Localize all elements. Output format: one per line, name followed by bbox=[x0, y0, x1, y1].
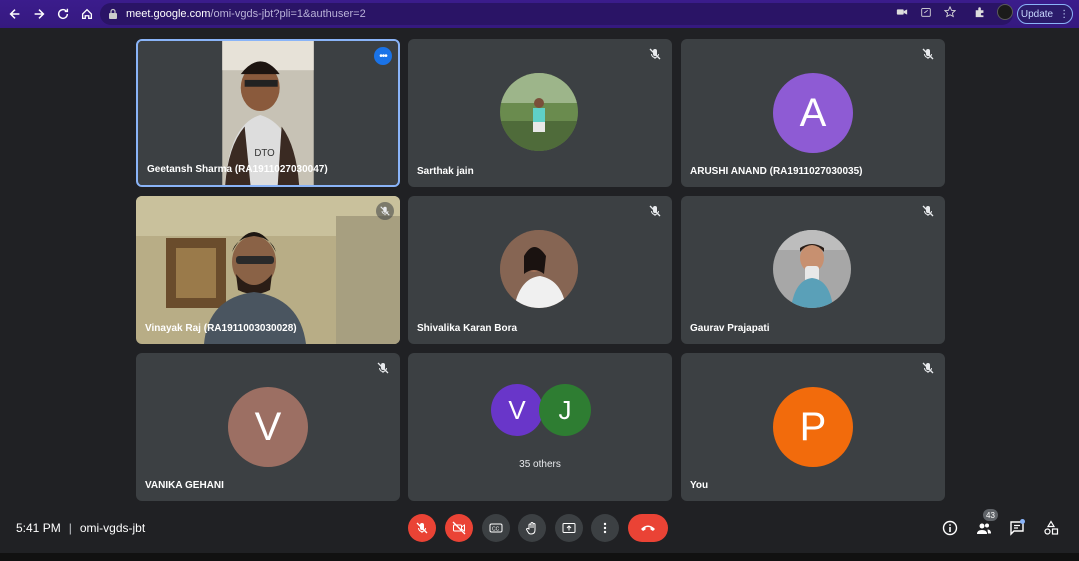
url-path: /omi-vgds-jbt?pli=1&authuser=2 bbox=[210, 8, 366, 20]
mic-toggle-button[interactable] bbox=[408, 514, 436, 542]
participant-avatar bbox=[773, 230, 851, 308]
share-icon[interactable] bbox=[919, 5, 933, 19]
participant-name: Vinayak Raj (RA1911003030028) bbox=[145, 323, 297, 334]
meeting-controls-bar: 5:41 PM | omi-vgds-jbt CC 43 bbox=[0, 505, 1079, 553]
participants-count-badge: 43 bbox=[983, 509, 998, 521]
participant-name: Sarthak jain bbox=[417, 166, 474, 177]
participant-name: Geetansh Sharma (RA1911027030047) bbox=[147, 164, 328, 175]
participant-tile-self[interactable]: P You bbox=[681, 353, 945, 501]
mic-off-icon bbox=[649, 205, 661, 217]
reload-icon[interactable] bbox=[52, 3, 74, 25]
screen-edge bbox=[0, 553, 1079, 561]
update-label: Update bbox=[1020, 8, 1054, 20]
participant-name: ARUSHI ANAND (RA1911027030035) bbox=[690, 166, 863, 177]
activities-icon bbox=[1044, 520, 1059, 535]
hand-icon bbox=[526, 522, 536, 535]
mic-off-icon bbox=[376, 202, 394, 220]
mic-off-icon bbox=[922, 205, 934, 217]
captions-icon: CC bbox=[489, 523, 503, 533]
mic-off-icon bbox=[649, 48, 661, 60]
meeting-details: 5:41 PM | omi-vgds-jbt bbox=[16, 521, 145, 535]
url-host: meet.google.com bbox=[126, 8, 211, 20]
svg-text:CC: CC bbox=[492, 527, 500, 533]
participant-tile[interactable]: Shivalika Karan Bora bbox=[408, 196, 672, 344]
lock-icon bbox=[109, 8, 117, 19]
divider: | bbox=[68, 521, 72, 535]
participant-tile[interactable]: Sarthak jain bbox=[408, 39, 672, 187]
participant-tile[interactable]: Gaurav Prajapati bbox=[681, 196, 945, 344]
raise-hand-button[interactable] bbox=[518, 514, 546, 542]
more-options-button[interactable] bbox=[591, 514, 619, 542]
activities-button[interactable] bbox=[1041, 518, 1061, 538]
address-bar[interactable]: meet.google.com/omi-vgds-jbt?pli=1&authu… bbox=[100, 3, 1013, 25]
camera-off-icon bbox=[452, 521, 466, 535]
participant-tile[interactable]: V VANIKA GEHANI bbox=[136, 353, 400, 501]
participant-tile[interactable]: DTO ••• Geetansh Sharma (RA1911027030047… bbox=[136, 39, 400, 187]
info-icon bbox=[942, 520, 958, 536]
mic-off-icon bbox=[416, 522, 428, 534]
others-avatar: J bbox=[539, 384, 591, 436]
update-button[interactable]: Update ⋮ bbox=[1017, 4, 1073, 24]
present-button[interactable] bbox=[555, 514, 583, 542]
browser-toolbar: meet.google.com/omi-vgds-jbt?pli=1&authu… bbox=[0, 0, 1079, 28]
home-icon[interactable] bbox=[76, 3, 98, 25]
clock-time: 5:41 PM bbox=[16, 521, 61, 535]
forward-icon[interactable] bbox=[28, 3, 50, 25]
participant-avatar: V bbox=[228, 387, 308, 467]
present-screen-icon bbox=[562, 523, 576, 533]
participant-avatar bbox=[500, 73, 578, 151]
meeting-info-button[interactable] bbox=[940, 518, 960, 538]
bookmark-star-icon[interactable] bbox=[943, 5, 957, 19]
profile-avatar[interactable] bbox=[997, 4, 1013, 20]
mic-off-icon bbox=[922, 48, 934, 60]
participant-name: Shivalika Karan Bora bbox=[417, 323, 518, 334]
more-options-icon[interactable]: ••• bbox=[374, 47, 392, 65]
captions-button[interactable]: CC bbox=[482, 514, 510, 542]
mic-off-icon bbox=[922, 362, 934, 374]
more-vert-icon bbox=[603, 522, 607, 534]
kebab-icon: ⋮ bbox=[1059, 8, 1070, 20]
extensions-icon[interactable] bbox=[973, 5, 987, 19]
participant-name: VANIKA GEHANI bbox=[145, 480, 224, 491]
mic-off-icon bbox=[377, 362, 389, 374]
leave-call-button[interactable] bbox=[628, 514, 668, 542]
people-icon bbox=[977, 523, 991, 534]
chat-notification-dot bbox=[1020, 519, 1025, 524]
participant-avatar bbox=[500, 230, 578, 308]
others-avatar: V bbox=[491, 384, 543, 436]
participant-name: You bbox=[690, 480, 709, 491]
svg-text:DTO: DTO bbox=[254, 148, 275, 159]
back-icon[interactable] bbox=[4, 3, 26, 25]
participant-avatar: A bbox=[773, 73, 853, 153]
others-count-label: 35 others bbox=[519, 459, 561, 470]
hang-up-icon bbox=[641, 525, 655, 531]
participant-video bbox=[136, 196, 400, 344]
participant-tile[interactable]: Vinayak Raj (RA1911003030028) bbox=[136, 196, 400, 344]
others-tile[interactable]: V J 35 others bbox=[408, 353, 672, 501]
participant-name: Gaurav Prajapati bbox=[690, 323, 770, 334]
participants-button[interactable] bbox=[974, 518, 994, 538]
participant-avatar: P bbox=[773, 387, 853, 467]
participant-tile[interactable]: A ARUSHI ANAND (RA1911027030035) bbox=[681, 39, 945, 187]
meeting-code: omi-vgds-jbt bbox=[79, 521, 146, 535]
camera-toggle-button[interactable] bbox=[445, 514, 473, 542]
camera-icon[interactable] bbox=[895, 5, 909, 19]
